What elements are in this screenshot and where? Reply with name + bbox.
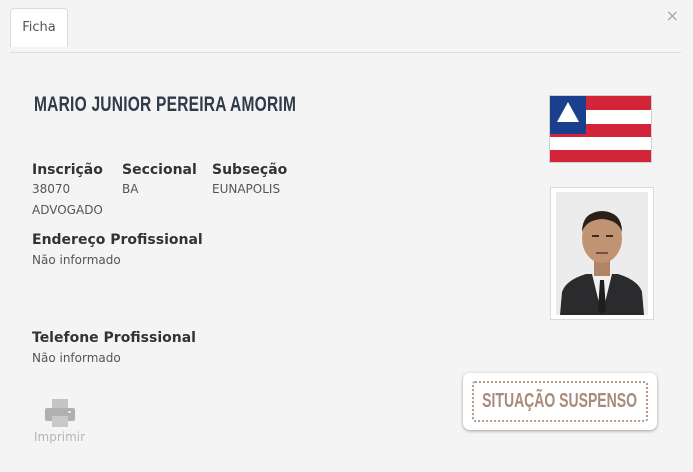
seccional-label: Seccional <box>122 162 197 178</box>
bahia-flag <box>549 95 652 163</box>
printer-icon <box>45 399 75 427</box>
endereco-value: Não informado <box>32 253 121 267</box>
telefone-value: Não informado <box>32 351 121 365</box>
inscricao-value: 38070 <box>32 182 71 196</box>
subsecao-value: EUNAPOLIS <box>212 182 281 196</box>
person-name: MARIO JUNIOR PEREIRA AMORIM <box>34 93 297 116</box>
tipo-value: ADVOGADO <box>32 203 103 217</box>
seccional-value: BA <box>122 182 139 196</box>
endereco-label: Endereço Profissional <box>32 232 203 248</box>
status-stamp: SITUAÇÃO SUSPENSO <box>463 373 657 430</box>
avatar <box>556 192 648 315</box>
profile-photo <box>550 187 654 320</box>
close-icon[interactable]: × <box>666 6 679 26</box>
tab-bar: Ficha <box>10 0 681 53</box>
status-text: SITUAÇÃO SUSPENSO <box>482 390 638 412</box>
print-label: Imprimir <box>34 430 86 444</box>
telefone-label: Telefone Profissional <box>32 330 196 346</box>
subsecao-label: Subseção <box>212 162 288 178</box>
bahia-flag-graphic <box>550 96 651 162</box>
tab-ficha[interactable]: Ficha <box>10 8 68 47</box>
inscricao-label: Inscrição <box>32 162 103 178</box>
